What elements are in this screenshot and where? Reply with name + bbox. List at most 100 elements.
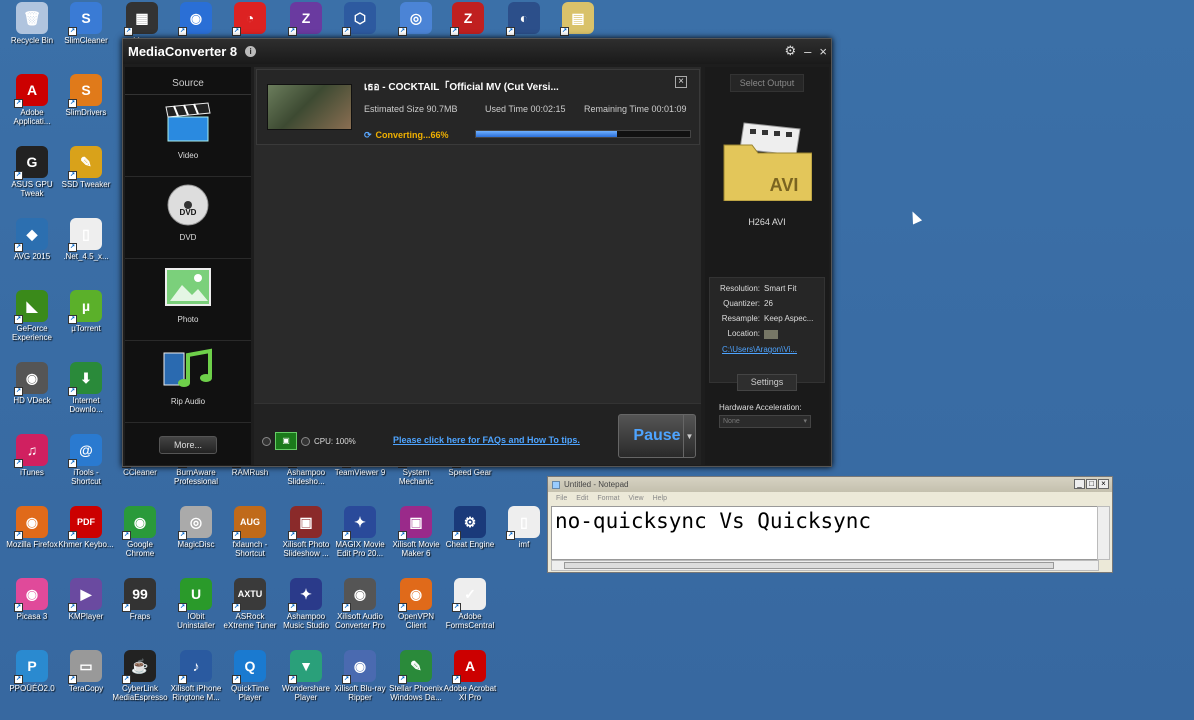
desktop-icon[interactable]: ⬡ ↗ [332, 2, 388, 36]
desktop-icon-label: MagicDisc [177, 540, 215, 549]
app-icon: ◣ ↗ [14, 290, 48, 324]
app-icon: ▭ ↗ [68, 650, 102, 684]
desktop-icon[interactable]: @ ↗ iTools - Shortcut [58, 434, 114, 486]
desktop-icon[interactable]: 99 ↗ Fraps [112, 578, 168, 621]
conversion-job[interactable]: เธอ - COCKTAIL「Official MV (Cut Versi...… [256, 69, 700, 145]
menu-file[interactable]: File [556, 495, 567, 502]
settings-button[interactable]: Settings [737, 374, 797, 391]
output-path-link[interactable]: C:\Users\Aragon\Vi... [714, 345, 820, 354]
minus-icon[interactable] [262, 436, 271, 446]
desktop-icon[interactable]: ✦ ↗ MAGIX Movie Edit Pro 20... [332, 506, 388, 558]
close-button[interactable]: × [819, 44, 827, 59]
desktop-icon[interactable]: P ↗ PPOÜÉÖ2.0 [4, 650, 60, 693]
quantizer-value: 26 [764, 299, 773, 308]
folder-icon[interactable] [764, 330, 778, 339]
menu-edit[interactable]: Edit [576, 495, 588, 502]
desktop-icon[interactable]: G ↗ ASUS GPU Tweak [4, 146, 60, 198]
desktop-icon[interactable]: ☕ ↗ CyberLink MediaEspresso [112, 650, 168, 702]
chevron-down-icon[interactable]: ▼ [683, 415, 695, 457]
desktop-icon[interactable]: µ ↗ µTorrent [58, 290, 114, 333]
desktop-icon[interactable]: ▤ ↗ [550, 2, 606, 36]
source-photo-label: Photo [177, 315, 199, 324]
desktop-icon[interactable]: ◉ ↗ OpenVPN Client [388, 578, 444, 630]
desktop-icon[interactable]: U ↗ IObit Uninstaller [168, 578, 224, 630]
desktop-icon[interactable]: Q ↗ QuickTime Player [222, 650, 278, 702]
desktop-icon-label: Wondershare Player [282, 684, 330, 702]
notepad-titlebar[interactable]: Untitled - Notepad [548, 477, 1112, 492]
shortcut-arrow-icon: ↗ [14, 675, 23, 684]
desktop-icon[interactable]: ◣ ↗ GeForce Experience [4, 290, 60, 342]
desktop-icon[interactable]: S ↗ SlimCleaner [58, 2, 114, 45]
pause-button[interactable]: Pause ▼ [618, 414, 696, 458]
desktop-icon[interactable]: ✎ ↗ SSD Tweaker [58, 146, 114, 189]
desktop-icon[interactable]: ◐ ↗ [496, 2, 552, 36]
desktop-icon[interactable]: ▶ ↗ KMPlayer [58, 578, 114, 621]
minimize-button[interactable]: _ [1074, 479, 1085, 489]
notepad-text-area[interactable]: no-quicksync Vs Quicksync [551, 506, 1099, 560]
app-icon: µ ↗ [68, 290, 102, 324]
desktop-icon-label: Khmer Keybo... [58, 540, 114, 549]
gear-icon[interactable]: ⚙ [785, 43, 797, 59]
desktop-icon[interactable]: ▣ ↗ Xilisoft Movie Maker 6 [388, 506, 444, 558]
desktop-icon[interactable]: ◔ ↗ [222, 2, 278, 36]
desktop-icon[interactable]: ⚙ ↗ Cheat Engine [442, 506, 498, 549]
source-photo[interactable]: Photo [125, 259, 251, 341]
desktop-icon[interactable]: AUG ↗ fxlaunch - Shortcut [222, 506, 278, 558]
desktop-icon[interactable]: ▼ ↗ Wondershare Player [278, 650, 334, 702]
desktop-icon[interactable]: ♪ ↗ Xilisoft iPhone Ringtone M... [168, 650, 224, 702]
desktop-icon[interactable]: ◉ ↗ HD VDeck [4, 362, 60, 405]
menu-help[interactable]: Help [653, 495, 667, 502]
desktop-icon[interactable]: ◎ ↗ MagicDisc [168, 506, 224, 549]
cpu-usage: CPU: 100% [314, 436, 356, 446]
desktop-icon[interactable]: Z ↗ [440, 2, 496, 36]
desktop-icon-label: .Net_4.5_x... [63, 252, 109, 261]
select-output-button[interactable]: Select Output [730, 74, 804, 92]
desktop-icon[interactable]: ▯ ↗ .Net_4.5_x... [58, 218, 114, 261]
app-icon: Z ↗ [450, 2, 484, 36]
shortcut-arrow-icon: ↗ [178, 27, 187, 36]
faq-link[interactable]: Please click here for FAQs and How To ti… [393, 435, 580, 445]
more-button[interactable]: More... [159, 436, 217, 454]
menu-format[interactable]: Format [597, 495, 619, 502]
avi-folder-icon[interactable]: AVI [722, 115, 812, 201]
desktop-icon[interactable]: ◉ ↗ [168, 2, 224, 36]
desktop-icon[interactable]: ◉ ↗ Google Chrome [112, 506, 168, 558]
desktop-icon[interactable]: ▣ ↗ Xilisoft Photo Slideshow ... [278, 506, 334, 558]
desktop-icon[interactable]: ◉ ↗ Picasa 3 [4, 578, 60, 621]
desktop-icon[interactable]: ✓ ↗ Adobe FormsCentral [442, 578, 498, 630]
scrollbar-thumb[interactable] [564, 562, 1054, 569]
minimize-button[interactable]: – [804, 44, 811, 59]
desktop-icon[interactable]: ⬇ ↗ Internet Downlo... [58, 362, 114, 414]
hw-accel-select[interactable]: None ▾ [719, 415, 811, 428]
settings-dot-icon[interactable] [301, 436, 310, 446]
desktop-icon[interactable]: ▭ ↗ TeraCopy [58, 650, 114, 693]
source-video[interactable]: Video [125, 95, 251, 177]
desktop-icon[interactable]: A ↗ Adobe Acrobat XI Pro [442, 650, 498, 702]
desktop-icon[interactable]: AXTU ↗ ASRock eXtreme Tuner [222, 578, 278, 630]
mc-titlebar[interactable]: MediaConverter 8 i [123, 39, 831, 64]
desktop-icon[interactable]: ▯ ↗ imf [496, 506, 552, 549]
maximize-button[interactable]: □ [1086, 479, 1097, 489]
desktop-icon-label: AVG 2015 [13, 252, 51, 261]
desktop-icon[interactable]: ◉ ↗ Xilisoft Blu-ray Ripper [332, 650, 388, 702]
desktop-icon[interactable]: ♫ ↗ iTunes [4, 434, 60, 477]
remove-job-button[interactable]: × [675, 76, 687, 88]
desktop-icon[interactable]: A ↗ Adobe Applicati... [4, 74, 60, 126]
menu-view[interactable]: View [629, 495, 644, 502]
desktop-icon[interactable]: ✦ ↗ Ashampoo Music Studio [278, 578, 334, 630]
source-rip-audio[interactable]: Rip Audio [125, 341, 251, 423]
vertical-scrollbar[interactable] [1097, 506, 1110, 560]
horizontal-scrollbar[interactable] [551, 560, 1099, 571]
desktop-icon[interactable]: ◉ ↗ Xilisoft Audio Converter Pro [332, 578, 388, 630]
desktop-icon[interactable]: 🗑 Recycle Bin [4, 2, 60, 45]
desktop-icon[interactable]: ◉ ↗ Mozilla Firefox [4, 506, 60, 549]
source-dvd[interactable]: DVD DVD [125, 177, 251, 259]
desktop-icon[interactable]: ◆ ↗ AVG 2015 [4, 218, 60, 261]
desktop-icon[interactable]: ◎ ↗ [388, 2, 444, 36]
desktop-icon[interactable]: S ↗ SlimDrivers [58, 74, 114, 117]
desktop-icon[interactable]: PDF ↗ Khmer Keybo... [58, 506, 114, 549]
desktop-icon[interactable]: ✎ ↗ Stellar Phoenix Windows Da... [388, 650, 444, 702]
desktop-icon[interactable]: Z ↗ [278, 2, 334, 36]
close-button[interactable]: × [1098, 479, 1109, 489]
info-icon[interactable]: i [245, 46, 257, 57]
